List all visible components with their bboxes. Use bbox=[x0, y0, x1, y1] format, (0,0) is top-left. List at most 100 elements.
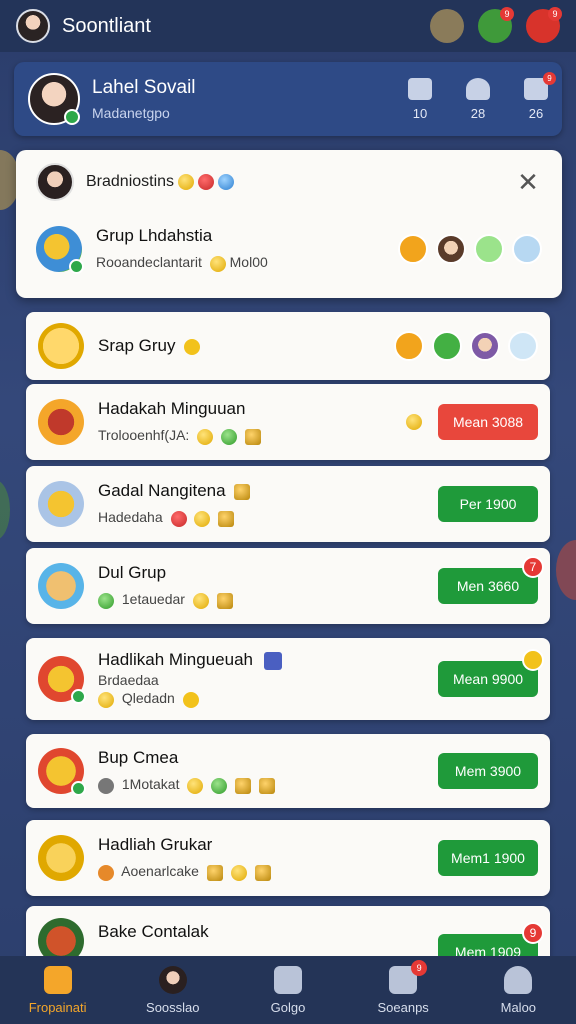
group-subtitle-text: Rooandeclantarit bbox=[96, 254, 202, 271]
frog-icon[interactable]: 9 bbox=[478, 7, 514, 43]
coin-icon bbox=[187, 777, 204, 794]
coin-icon bbox=[98, 864, 114, 881]
group-subtitle-text: Trolooenhf(JA: bbox=[98, 427, 190, 444]
join-button[interactable]: Mean 9900 bbox=[438, 649, 544, 697]
profile-name: Lahel Sovail bbox=[92, 77, 196, 98]
group-panel: Bradniostins ✕ Grup Lhdahstia Rooandecla… bbox=[16, 150, 562, 298]
list-item[interactable]: Hadlikah Mingueuah Brdaedaa Qledadn Mean… bbox=[26, 638, 550, 720]
dice-icon bbox=[234, 483, 251, 500]
list-item[interactable]: Hadakah Minguuan Trolooenhf(JA: Mean 308… bbox=[26, 384, 550, 460]
group-name: Hadlikah Mingueuah bbox=[98, 650, 282, 670]
nav-item-home[interactable]: Fropainati bbox=[13, 965, 103, 1015]
games-icon bbox=[273, 965, 302, 994]
dice-icon bbox=[235, 777, 252, 794]
profile-card[interactable]: Lahel Sovail Madanetgpo 10 28 9 26 bbox=[14, 62, 562, 136]
nav-label: Soosslao bbox=[146, 999, 200, 1015]
verified-icon bbox=[69, 259, 84, 274]
nav-label: Golgo bbox=[270, 999, 306, 1015]
gift-icon[interactable]: 9 bbox=[526, 7, 562, 43]
nav-item-profile[interactable]: Maloo bbox=[473, 965, 563, 1015]
stat-value: 28 bbox=[470, 105, 486, 121]
group-subtitle-text: Aoenarlcake bbox=[121, 863, 199, 880]
join-button-label: Men 3660 bbox=[456, 578, 520, 594]
join-button[interactable]: Men 3660 7 bbox=[438, 556, 544, 604]
group-subtitle-text: Hadedaha bbox=[98, 509, 163, 526]
profile-avatar bbox=[28, 73, 80, 125]
nav-item-messages[interactable]: 9 Soeanps bbox=[358, 959, 448, 1015]
join-button[interactable]: Per 1900 bbox=[438, 486, 538, 522]
badge-icon bbox=[198, 174, 215, 190]
stat-houses[interactable]: 10 bbox=[408, 77, 432, 121]
star-icon bbox=[182, 691, 199, 708]
join-button[interactable]: Mem1 1900 bbox=[438, 840, 538, 876]
coin-icon bbox=[406, 414, 422, 430]
app-header: Soontliant 9 9 bbox=[0, 0, 576, 52]
nav-label: Maloo bbox=[500, 999, 537, 1015]
avatar-icon bbox=[158, 965, 187, 994]
group-icon bbox=[38, 323, 84, 369]
stat-people[interactable]: 28 bbox=[466, 77, 490, 121]
nav-label: Fropainati bbox=[28, 999, 87, 1015]
star-icon bbox=[184, 338, 201, 355]
group-icon bbox=[38, 835, 84, 881]
group-icon bbox=[38, 399, 84, 445]
profile-stats: 10 28 9 26 bbox=[408, 71, 556, 121]
character-icon bbox=[508, 331, 538, 361]
coin-icon bbox=[209, 255, 226, 272]
nav-item-games[interactable]: Golgo bbox=[243, 965, 333, 1015]
online-status-icon bbox=[64, 109, 80, 125]
gem-icon bbox=[98, 592, 114, 609]
group-name: Bup Cmea bbox=[98, 748, 179, 768]
avatar bbox=[36, 163, 74, 201]
join-button[interactable]: Mem 3900 bbox=[438, 753, 538, 789]
house-icon bbox=[408, 77, 432, 100]
nav-item-social[interactable]: Soosslao bbox=[128, 965, 218, 1015]
close-icon[interactable]: ✕ bbox=[514, 167, 542, 198]
profile-subtitle: Madanetgpo bbox=[92, 105, 170, 121]
group-subtitle: Trolooenhf(JA: bbox=[98, 427, 261, 445]
group-subtitle-text: 1Motakat bbox=[121, 776, 180, 793]
dice-icon bbox=[216, 592, 233, 609]
stat-friends[interactable]: 9 26 bbox=[524, 71, 556, 121]
panel-title: Bradniostins bbox=[86, 173, 175, 190]
group-name: Hadakah Minguuan bbox=[98, 399, 246, 419]
group-icon bbox=[38, 563, 84, 609]
coin-icon bbox=[194, 510, 211, 527]
panel-header: Bradniostins ✕ bbox=[16, 150, 562, 214]
coin-badge-icon bbox=[522, 649, 544, 671]
notification-badge: 9 bbox=[500, 7, 514, 21]
stat-value: 26 bbox=[528, 105, 544, 121]
coin-icon bbox=[178, 174, 195, 190]
user-avatar[interactable] bbox=[16, 9, 50, 43]
group-subtitle: Hadedaha bbox=[98, 509, 250, 527]
gem-icon bbox=[218, 174, 235, 190]
list-item[interactable]: Bup Cmea 1Motakat Mem 3900 bbox=[26, 734, 550, 808]
list-item[interactable]: Hadliah Grukar Aoenarlcake Mem1 1900 bbox=[26, 820, 550, 896]
group-row[interactable]: Grup Lhdahstia Rooandeclantarit Mol00 bbox=[16, 214, 562, 284]
bottom-navigation: Fropainati Soosslao Golgo 9 Soeanps Malo… bbox=[0, 956, 576, 1024]
verified-icon bbox=[71, 781, 86, 796]
notification-badge: 9 bbox=[543, 71, 556, 85]
check-icon bbox=[432, 331, 462, 361]
background-decoration bbox=[556, 540, 576, 600]
notification-badge: 9 bbox=[522, 922, 544, 944]
group-subtitle: Rooandeclantarit Mol00 bbox=[96, 254, 268, 272]
join-button[interactable]: Mean 3088 bbox=[438, 404, 538, 440]
list-item[interactable]: Gadal Nangitena Hadedaha Per 1900 bbox=[26, 466, 550, 542]
person-icon bbox=[504, 965, 533, 994]
group-name: Srap Gruy bbox=[98, 336, 201, 356]
facebook-icon bbox=[263, 651, 282, 670]
group-subtitle: Qledadn bbox=[98, 690, 282, 708]
list-item[interactable]: Dul Grup 1etauedar Men 3660 7 bbox=[26, 548, 550, 624]
list-item[interactable]: Srap Gruy bbox=[26, 312, 550, 380]
coin-icon bbox=[230, 864, 247, 881]
background-decoration bbox=[0, 480, 10, 540]
dice-icon bbox=[218, 510, 235, 527]
home-icon bbox=[43, 965, 72, 994]
group-subtitle: 1etauedar bbox=[98, 591, 233, 609]
group-title: Gadal Nangitena bbox=[98, 481, 226, 501]
group-title: Srap Gruy bbox=[98, 336, 176, 355]
group-subtitle-extra: Qledadn bbox=[121, 690, 175, 707]
dice-icon bbox=[206, 864, 223, 881]
owl-icon[interactable] bbox=[430, 9, 464, 43]
